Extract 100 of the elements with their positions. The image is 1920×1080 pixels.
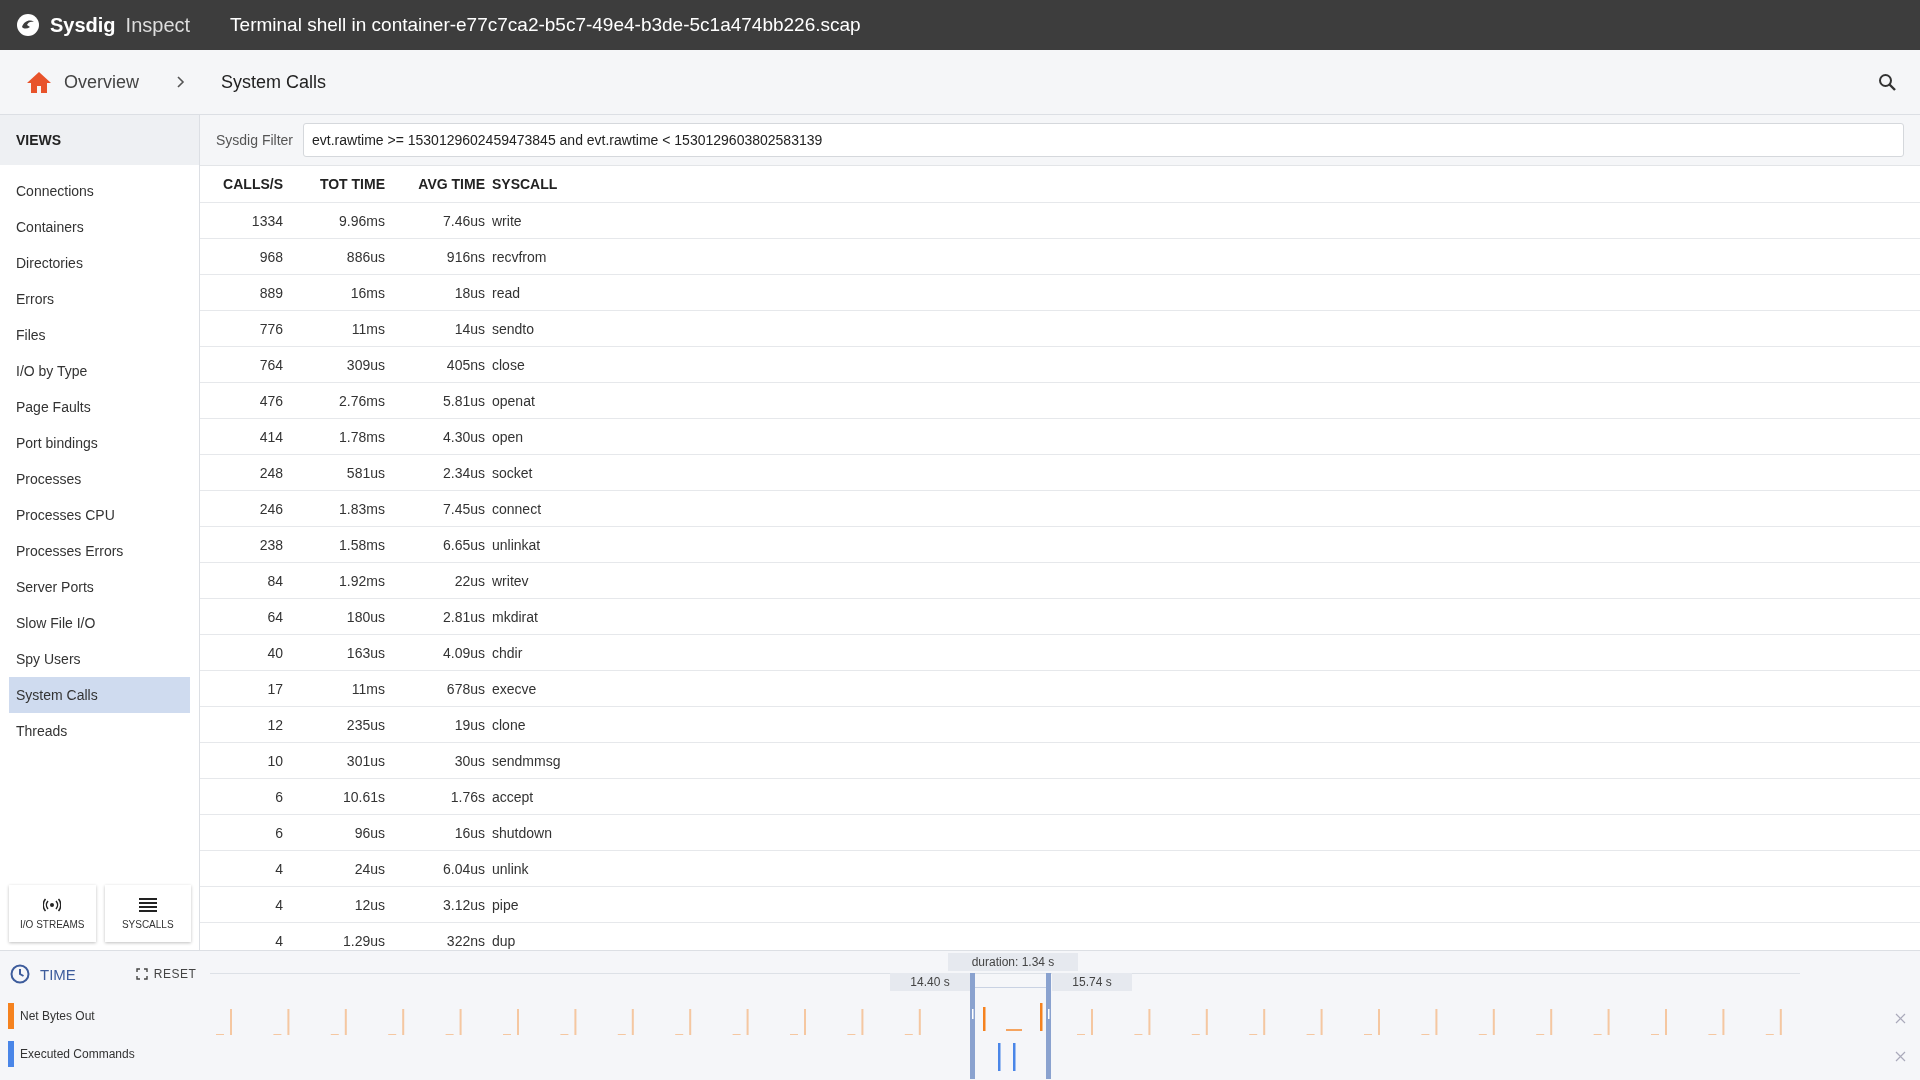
table-cell: open (492, 418, 1920, 455)
table-cell: 6 (200, 778, 290, 815)
section-header: VIEWS (0, 115, 199, 165)
sidebar-item[interactable]: Slow File I/O (9, 605, 190, 641)
reset-button[interactable]: RESET (135, 967, 197, 981)
table-cell: 24us (290, 850, 392, 887)
sidebar-item[interactable]: Port bindings (9, 425, 190, 461)
range-end-label: 15.74 s (1052, 973, 1132, 991)
sidebar-item[interactable]: Containers (9, 209, 190, 245)
table-cell: 3.12us (392, 886, 492, 923)
table-cell: 16ms (290, 274, 392, 311)
breadcrumb-link[interactable]: Overview (64, 71, 139, 93)
table-cell: 916ns (392, 238, 492, 275)
table-cell: 1.76s (392, 778, 492, 815)
file-title: Terminal shell in container-e77c7ca2-b5c7-49e4-b3de-5c1a474bb226.scap (230, 14, 861, 36)
table-cell: 235us (290, 706, 392, 743)
close-icon[interactable] (1895, 1013, 1906, 1024)
search-icon[interactable] (1878, 73, 1896, 91)
logo-icon (16, 13, 40, 37)
table-cell: 405ns (392, 346, 492, 383)
duration-label: duration: 1.34 s (948, 953, 1078, 971)
table-cell: 64 (200, 598, 290, 635)
table-cell: 4 (200, 850, 290, 887)
filter-input[interactable]: evt.rawtime >= 1530129602459473845 and evt.rawtime < 1530129603802583139 (303, 123, 1904, 157)
table-cell: 12 (200, 706, 290, 743)
table-cell: 40 (200, 634, 290, 671)
table-cell: recvfrom (492, 238, 1920, 275)
column-header[interactable]: CALLS/S (200, 166, 290, 203)
selection-range-drawing[interactable] (970, 973, 1051, 1079)
column-header[interactable]: TOT TIME (290, 166, 392, 203)
table-cell: 10.61s (290, 778, 392, 815)
view-button[interactable]: SYSCALLS (104, 885, 191, 942)
table-cell: 84 (200, 562, 290, 599)
table-cell: 2.34us (392, 454, 492, 491)
table-cell: 414 (200, 418, 290, 455)
table-cell: 9.96ms (290, 202, 392, 239)
table-cell: 4 (200, 886, 290, 923)
table-cell: 764 (200, 346, 290, 383)
sidebar-item[interactable]: Connections (9, 173, 190, 209)
column-header[interactable]: SYSCALL (492, 166, 1920, 203)
broadcast-icon (43, 897, 62, 912)
table-cell: 776 (200, 310, 290, 347)
track-label: Executed Commands (20, 1047, 135, 1061)
table-cell: 7.45us (392, 490, 492, 527)
table-cell: 16us (392, 814, 492, 851)
sidebar-item[interactable]: Threads (9, 713, 190, 749)
table-cell: 14us (392, 310, 492, 347)
table-cell: 581us (290, 454, 392, 491)
home-icon[interactable] (26, 70, 52, 94)
timeline-title: TIME (40, 965, 76, 983)
table-cell: 889 (200, 274, 290, 311)
sidebar-item[interactable]: Files (9, 317, 190, 353)
table-cell: 11ms (290, 310, 392, 347)
table-cell: 12us (290, 886, 392, 923)
table-cell: 7.46us (392, 202, 492, 239)
chevron-icon (175, 75, 185, 89)
sidebar-item[interactable]: System Calls (9, 677, 190, 713)
table-cell: 248 (200, 454, 290, 491)
sidebar-item[interactable]: Spy Users (9, 641, 190, 677)
table-cell: writev (492, 562, 1920, 599)
filter-label: Sysdig Filter (216, 132, 294, 148)
table-cell: 1.78ms (290, 418, 392, 455)
view-button[interactable]: I/O STREAMS (9, 885, 96, 942)
sidebar-item[interactable]: Processes CPU (9, 497, 190, 533)
table-cell: mkdirat (492, 598, 1920, 635)
table-cell: 2.81us (392, 598, 492, 635)
table-cell: socket (492, 454, 1920, 491)
table-cell: 1334 (200, 202, 290, 239)
table-cell: 4.30us (392, 418, 492, 455)
table-cell: 18us (392, 274, 492, 311)
table-cell: chdir (492, 634, 1920, 671)
table-cell: unlink (492, 850, 1920, 887)
track-label: Net Bytes Out (20, 1009, 95, 1023)
table-cell: 968 (200, 238, 290, 275)
table-cell: shutdown (492, 814, 1920, 851)
sidebar-item[interactable]: Errors (9, 281, 190, 317)
table-cell: 180us (290, 598, 392, 635)
sidebar-item[interactable]: I/O by Type (9, 353, 190, 389)
clock-icon (10, 964, 30, 984)
table-cell: write (492, 202, 1920, 239)
sidebar-item[interactable]: Processes Errors (9, 533, 190, 569)
close-icon[interactable] (1895, 1051, 1906, 1062)
table-cell: sendmmsg (492, 742, 1920, 779)
table-cell: unlinkat (492, 526, 1920, 563)
sidebar-item[interactable]: Server Ports (9, 569, 190, 605)
table-cell: 5.81us (392, 382, 492, 419)
table-cell: openat (492, 382, 1920, 419)
sidebar-item[interactable]: Directories (9, 245, 190, 281)
sidebar-item[interactable]: Processes (9, 461, 190, 497)
table-cell: 6.04us (392, 850, 492, 887)
sidebar-item[interactable]: Page Faults (9, 389, 190, 425)
table-cell: 22us (392, 562, 492, 599)
table-cell: 1.58ms (290, 526, 392, 563)
range-start-label: 14.40 s (890, 973, 970, 991)
table-cell: 6 (200, 814, 290, 851)
table-cell: 886us (290, 238, 392, 275)
table-cell: 10 (200, 742, 290, 779)
table-cell: sendto (492, 310, 1920, 347)
column-header[interactable]: AVG TIME (392, 166, 492, 203)
table-cell: 19us (392, 706, 492, 743)
